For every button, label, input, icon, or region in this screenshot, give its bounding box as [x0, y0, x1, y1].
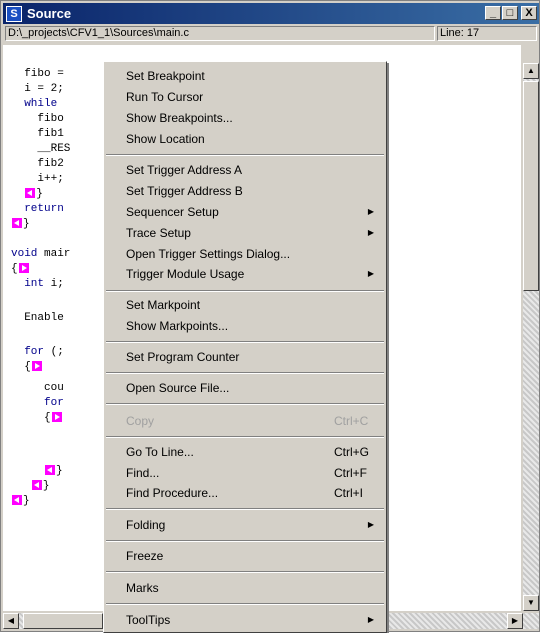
- fold-marker-icon[interactable]: [12, 495, 22, 506]
- menu-item-set-trigger-address-a[interactable]: Set Trigger Address A: [106, 160, 384, 180]
- code-line: cou: [11, 382, 64, 394]
- fold-marker-icon[interactable]: [18, 263, 29, 274]
- scroll-right-button[interactable]: ▶: [507, 613, 523, 629]
- code-line: }: [11, 494, 30, 508]
- menu-separator: [106, 571, 384, 573]
- menu-item-open-source-file[interactable]: Open Source File...: [106, 378, 384, 398]
- fold-marker-icon[interactable]: [25, 188, 36, 199]
- menu-item-show-markpoints[interactable]: Show Markpoints...: [106, 316, 384, 336]
- menu-item-run-to-cursor[interactable]: Run To Cursor: [106, 87, 384, 107]
- code-line: for (;: [24, 346, 64, 358]
- menu-item-set-trigger-address-b[interactable]: Set Trigger Address B: [106, 181, 384, 201]
- code-line: return: [24, 203, 64, 215]
- close-button[interactable]: X: [521, 6, 537, 20]
- scroll-up-button[interactable]: ▲: [523, 63, 539, 79]
- submenu-arrow-icon: ▶: [367, 207, 374, 216]
- code-line: __RES: [11, 143, 71, 155]
- code-line: i++;: [11, 173, 64, 185]
- window-title: Source: [27, 6, 72, 21]
- submenu-arrow-icon: ▶: [367, 269, 374, 278]
- title-bar[interactable]: S Source _ □ X: [3, 3, 539, 24]
- menu-separator: [106, 154, 384, 156]
- source-app-icon: S: [6, 6, 22, 22]
- horizontal-scroll-thumb[interactable]: [23, 613, 103, 629]
- line-indicator: Line: 17: [437, 26, 537, 41]
- menu-item-copy: Copy Ctrl+C: [126, 414, 369, 428]
- code-line: }: [11, 187, 43, 201]
- menu-separator: [106, 403, 384, 405]
- fold-marker-icon[interactable]: [45, 465, 56, 476]
- fold-marker-icon[interactable]: [31, 480, 42, 491]
- fold-marker-icon[interactable]: [31, 361, 42, 372]
- submenu-arrow-icon: ▶: [367, 520, 374, 529]
- file-path: D:\_projects\CFV1_1\Sources\main.c: [5, 26, 435, 41]
- fold-marker-icon[interactable]: [12, 218, 22, 229]
- fold-marker-icon[interactable]: [51, 412, 62, 423]
- menu-separator: [106, 341, 384, 343]
- menu-item-set-program-counter[interactable]: Set Program Counter: [106, 347, 384, 367]
- scroll-down-button[interactable]: ▼: [523, 595, 539, 611]
- menu-item-open-trigger-settings-dialog[interactable]: Open Trigger Settings Dialog...: [106, 244, 384, 264]
- menu-item-tooltips[interactable]: ToolTips ▶: [106, 610, 384, 630]
- scroll-left-button[interactable]: ◀: [3, 613, 19, 629]
- minimize-button[interactable]: _: [485, 6, 501, 20]
- menu-item-show-breakpoints[interactable]: Show Breakpoints...: [106, 108, 384, 128]
- code-line: {: [11, 262, 30, 276]
- code-line: fibo: [11, 113, 64, 125]
- menu-item-find[interactable]: Find... Ctrl+F: [106, 463, 384, 483]
- code-line: fib1: [11, 128, 64, 140]
- code-line: }: [11, 217, 30, 231]
- menu-item-trigger-module-usage[interactable]: Trigger Module Usage ▶: [106, 264, 384, 284]
- menu-item-find-procedure[interactable]: Find Procedure... Ctrl+I: [106, 483, 384, 503]
- code-line: int i;: [24, 278, 64, 290]
- menu-separator: [106, 540, 384, 542]
- menu-separator: [106, 603, 384, 605]
- code-line: fib2: [11, 158, 64, 170]
- menu-item-go-to-line[interactable]: Go To Line... Ctrl+G: [106, 442, 384, 462]
- menu-separator: [106, 372, 384, 374]
- menu-item-freeze[interactable]: Freeze: [106, 546, 384, 566]
- menu-separator: [106, 436, 384, 438]
- submenu-arrow-icon: ▶: [367, 228, 374, 237]
- code-line: }: [11, 479, 49, 493]
- code-line: Enable: [11, 312, 64, 324]
- code-line: fibo =: [11, 68, 71, 80]
- source-window: S Source _ □ X D:\_projects\CFV1_1\Sourc…: [0, 0, 540, 633]
- vertical-scroll-thumb[interactable]: [523, 81, 539, 291]
- menu-item-marks[interactable]: Marks: [106, 578, 384, 598]
- menu-item-folding[interactable]: Folding ▶: [106, 515, 384, 535]
- menu-item-show-location[interactable]: Show Location: [106, 129, 384, 149]
- code-line: {: [11, 360, 43, 374]
- menu-item-trace-setup[interactable]: Trace Setup ▶: [106, 223, 384, 243]
- code-line: }: [11, 464, 63, 478]
- menu-separator: [106, 290, 384, 292]
- path-bar: D:\_projects\CFV1_1\Sources\main.c Line:…: [3, 25, 539, 43]
- code-line: for: [44, 397, 64, 409]
- menu-item-set-markpoint[interactable]: Set Markpoint: [106, 295, 384, 315]
- menu-item-sequencer-setup[interactable]: Sequencer Setup ▶: [106, 202, 384, 222]
- submenu-arrow-icon: ▶: [367, 615, 374, 624]
- code-line: while: [24, 98, 58, 110]
- code-line: {: [11, 411, 63, 425]
- code-line: i = 2;: [11, 83, 64, 95]
- code-line: void mair: [11, 248, 71, 260]
- menu-separator: [106, 508, 384, 510]
- maximize-button[interactable]: □: [502, 6, 518, 20]
- context-menu: Set Breakpoint Run To Cursor Show Breakp…: [103, 61, 387, 633]
- menu-item-set-breakpoint[interactable]: Set Breakpoint: [106, 66, 384, 86]
